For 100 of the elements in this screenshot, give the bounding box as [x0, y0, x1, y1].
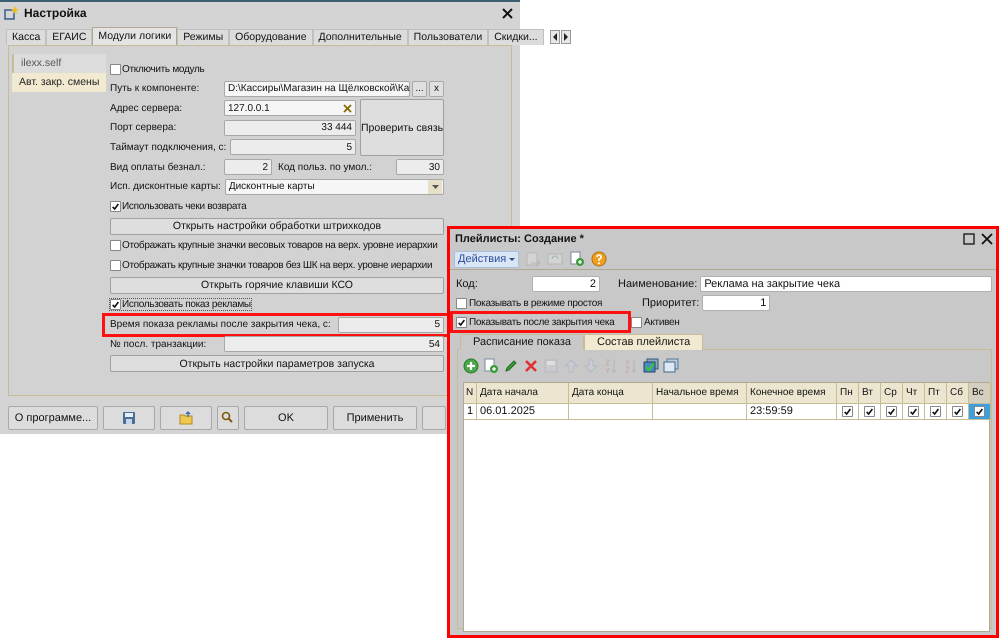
app-icon[interactable]: [4, 5, 20, 21]
checkbox[interactable]: [908, 406, 919, 417]
tab[interactable]: Дополнительные: [312, 29, 408, 45]
selected-cell[interactable]: [969, 404, 991, 420]
tab[interactable]: Пользователи: [408, 29, 488, 45]
field-label: Порт сервера:: [110, 122, 178, 134]
checkbox-label-text: Отображать крупные значки товаров без ШК на верх. уровне иерархии: [122, 260, 432, 271]
uncheck-all-icon[interactable]: [663, 358, 679, 374]
button[interactable]: OK: [244, 406, 328, 430]
checkbox[interactable]: [110, 240, 121, 252]
check-all-icon[interactable]: [643, 358, 659, 374]
field-label: Наименование:: [618, 278, 698, 290]
button[interactable]: Открыть настройки параметров запуска: [110, 355, 444, 372]
input-field[interactable]: 33 444: [224, 120, 356, 136]
input-field[interactable]: 54: [224, 336, 444, 352]
folder-icon: [179, 411, 193, 425]
input-field[interactable]: Реклама на закрытие чека: [700, 276, 992, 292]
actions-menu-button[interactable]: Действия: [454, 250, 520, 268]
field-label: Код польз. по умол.:: [278, 162, 373, 173]
close-icon[interactable]: [501, 6, 514, 20]
field-label: Код:: [456, 278, 479, 290]
checkbox[interactable]: [952, 406, 963, 417]
checkbox-label-text: Активен: [644, 316, 680, 328]
column-header[interactable]: Конечное время: [747, 383, 837, 404]
tab[interactable]: Режимы: [177, 29, 230, 45]
caret-icon[interactable]: [509, 258, 516, 261]
field-label: Исп. дисконтные карты:: [110, 181, 222, 192]
checkbox-label-text: Использовать чеки возврата: [122, 200, 246, 212]
button[interactable]: Открыть горячие клавиши КСО: [110, 276, 444, 294]
checkbox[interactable]: [864, 406, 875, 417]
checkbox[interactable]: [631, 316, 642, 328]
field-label: Приоритет:: [642, 297, 700, 309]
button[interactable]: Открыть настройки обработки штрихкодов: [110, 218, 444, 235]
checkbox[interactable]: [456, 298, 467, 308]
column-header[interactable]: Вт: [859, 383, 881, 404]
help-icon[interactable]: [591, 251, 608, 267]
tab[interactable]: Оборудование: [229, 29, 313, 45]
copy-add-icon[interactable]: [569, 251, 586, 267]
checkbox[interactable]: [110, 260, 121, 271]
button[interactable]: Применить: [333, 406, 417, 430]
column-header[interactable]: Ср: [881, 383, 903, 404]
checkbox[interactable]: [110, 299, 121, 310]
checkbox[interactable]: [886, 406, 897, 417]
tab[interactable]: ЕГАИС: [46, 29, 92, 45]
column-header[interactable]: Дата начала: [477, 383, 569, 404]
tab[interactable]: Касса: [6, 29, 46, 45]
scroll-right-icon[interactable]: [560, 30, 571, 44]
column-header[interactable]: Дата конца: [569, 383, 653, 404]
field-label: Время показа рекламы после закрытия чека, с:: [110, 319, 332, 330]
icon-button[interactable]: [217, 406, 239, 430]
input-field[interactable]: 2: [532, 276, 600, 292]
input-field[interactable]: 30: [396, 159, 444, 176]
delete-icon[interactable]: [523, 358, 539, 374]
checkbox-label-text: Использовать показ рекламы: [122, 299, 251, 310]
column-header[interactable]: Чт: [903, 383, 925, 404]
icon-button[interactable]: [103, 406, 155, 430]
table-cell: 23:59:59: [747, 404, 837, 420]
input-field[interactable]: 127.0.0.1: [224, 100, 356, 116]
table-cell: 1: [464, 404, 477, 420]
column-header[interactable]: Начальное время: [653, 383, 747, 404]
input-field[interactable]: 5: [338, 316, 444, 333]
column-header[interactable]: N: [464, 383, 477, 404]
field-label: Путь к компоненте:: [110, 83, 200, 94]
close-icon[interactable]: [981, 233, 993, 245]
column-header[interactable]: Пн: [837, 383, 859, 404]
module-tab[interactable]: Авт. закр. смены: [12, 73, 106, 92]
tab[interactable]: Модули логики: [92, 27, 178, 45]
column-header[interactable]: Пт: [925, 383, 947, 404]
save-icon: [122, 411, 136, 425]
table-cell: 06.01.2025: [477, 404, 569, 420]
copy-add-icon[interactable]: [483, 358, 499, 374]
column-header[interactable]: Сб: [947, 383, 969, 404]
tab[interactable]: Состав плейлиста: [584, 334, 704, 350]
check-connection-button[interactable]: Проверить связь: [360, 99, 444, 156]
input-field[interactable]: 5: [230, 139, 356, 156]
button[interactable]: О программе...: [8, 406, 98, 430]
checkbox[interactable]: [110, 64, 121, 74]
add-icon[interactable]: [463, 358, 479, 374]
checkbox-label-text: Показывать после закрытия чека: [469, 316, 614, 328]
field-label: № посл. транзакции:: [110, 338, 208, 350]
checkbox[interactable]: [842, 406, 853, 417]
checkbox[interactable]: [974, 406, 985, 417]
dropdown[interactable]: Дисконтные карты: [224, 178, 444, 195]
checkbox-label-text: Показывать в режиме простоя: [469, 298, 602, 308]
pencil-icon[interactable]: [503, 358, 519, 374]
browse-button[interactable]: ...: [412, 80, 427, 97]
scroll-left-icon[interactable]: [550, 30, 560, 44]
input-field[interactable]: D:\Кассиры\Магазин на Щёлковской\Ка: [224, 80, 410, 97]
input-field[interactable]: 1: [702, 295, 770, 311]
tab[interactable]: Скидки...: [488, 29, 544, 45]
checkbox[interactable]: [930, 406, 941, 417]
browse-button[interactable]: x: [429, 80, 444, 97]
checkbox[interactable]: [110, 200, 121, 212]
clear-icon[interactable]: [343, 104, 352, 113]
checkbox[interactable]: [456, 316, 467, 328]
maximize-icon[interactable]: [963, 233, 975, 245]
tab[interactable]: Расписание показа: [460, 334, 584, 350]
module-tab[interactable]: ilexx.self: [12, 54, 106, 73]
input-field[interactable]: 2: [224, 159, 272, 176]
column-header[interactable]: Вс: [969, 383, 991, 404]
